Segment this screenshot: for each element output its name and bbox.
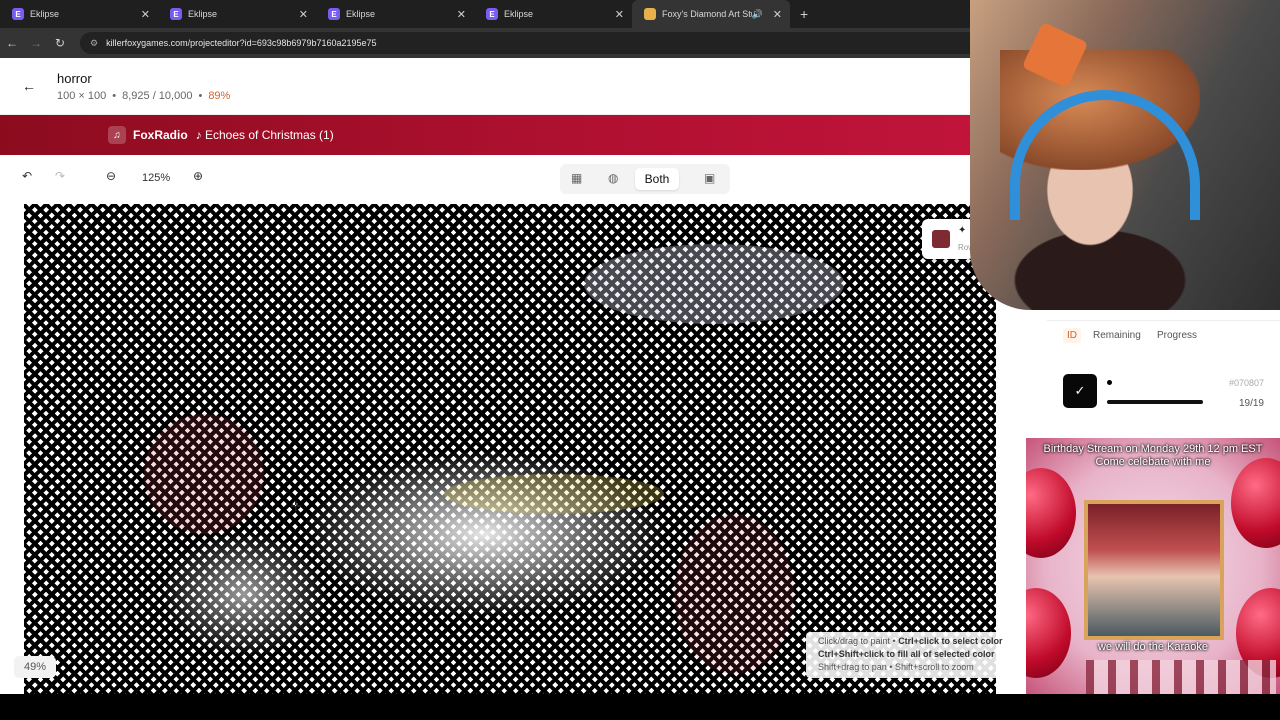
promo-line-2: Come celebate with me [1095,456,1211,468]
canvas-progress-badge: 49% [14,656,56,678]
balloon-icon [1026,588,1071,678]
close-tab-icon[interactable]: ✕ [773,8,782,21]
eklipse-favicon-icon: E [328,8,340,20]
hint-line: Click/drag to paint • Ctrl+click to sele… [818,636,1003,646]
eklipse-favicon-icon: E [12,8,24,20]
placed-count: 8,925 / 10,000 [122,90,193,102]
close-tab-icon[interactable]: ✕ [457,8,466,21]
canvas-region [584,244,844,324]
pin-icon[interactable]: ✦ [958,225,966,236]
browser-tab[interactable]: E Eklipse ✕ [474,0,632,28]
new-tab-icon[interactable]: + [800,6,808,22]
eklipse-favicon-icon: E [170,8,182,20]
check-icon: ✓ [1074,383,1086,398]
radio-name: FoxRadio [133,128,188,142]
selected-color-swatch [932,230,950,248]
project-title: horror [57,71,92,86]
close-tab-icon[interactable]: ✕ [141,8,150,21]
hint-line: Ctrl+Shift+click to fill all of selected… [818,649,995,659]
browser-tab[interactable]: E Eklipse ✕ [158,0,316,28]
eklipse-favicon-icon: E [486,8,498,20]
redo-icon[interactable]: ↷ [55,169,65,183]
promo-line-1: Birthday Stream on Monday 29th 12 pm EST [1043,443,1263,455]
canvas-region [444,474,664,514]
palette-view-icon[interactable]: ◍ [608,171,618,185]
hint-line: Shift+drag to pan • Shift+scroll to zoom [818,662,974,672]
url-field[interactable]: ⚙ killerfoxygames.com/projecteditor?id=6… [80,32,980,54]
diamond-symbol-icon [1107,380,1112,385]
fox-favicon-icon [644,8,656,20]
browser-tab[interactable]: E Eklipse ✕ [0,0,158,28]
canvas-region [674,514,794,674]
balloon-icon [1026,468,1076,558]
diamond-canvas[interactable] [24,204,996,694]
promo-photo [1084,500,1224,640]
site-info-icon[interactable]: ⚙ [90,38,98,49]
tab-title: Eklipse [30,9,60,19]
color-swatch[interactable]: ✓ [1063,374,1097,408]
tab-id[interactable]: ID [1063,328,1081,343]
forward-icon[interactable]: → [24,36,48,50]
color-count: 19/19 [1238,398,1264,409]
close-tab-icon[interactable]: ✕ [299,8,308,21]
birthday-stream-promo: Birthday Stream on Monday 29th 12 pm EST… [1026,438,1280,694]
balloon-icon [1231,458,1280,548]
canvas-help-hint: Click/drag to paint • Ctrl+click to sele… [806,632,1028,678]
browser-tab[interactable]: E Eklipse ✕ [316,0,474,28]
browser-tab-active[interactable]: Foxy's Diamond Art Studio 🔊 ✕ [632,0,790,28]
webcam-overlay [970,0,1280,310]
grid-size: 100 × 100 [57,90,107,102]
zoom-level: 125% [142,172,171,184]
back-arrow-icon[interactable]: ← [22,78,36,94]
url-text: killerfoxygames.com/projecteditor?id=693… [106,38,377,48]
canvas-region [144,414,264,534]
tab-progress[interactable]: Progress [1157,330,1197,341]
close-tab-icon[interactable]: ✕ [615,8,624,21]
tab-title: Eklipse [346,9,376,19]
crosshair-cursor-icon: ✛ [290,498,302,514]
undo-icon[interactable]: ↶ [22,169,32,183]
view-mode-group: ▦ ◍ Both ▣ [560,164,730,194]
bottom-strip [0,694,1280,720]
radio-track: ♪ Echoes of Christmas (1) [195,128,334,142]
zoom-in-icon[interactable]: ⊕ [193,169,203,183]
back-icon[interactable]: ← [0,36,24,50]
color-progress-bar [1107,400,1203,404]
promo-line-3: we will do the Karaoke [1097,641,1209,653]
project-meta: 100 × 100 • 8,925 / 10,000 • 89% [57,90,231,102]
selected-color-chip[interactable]: ✦ Row [922,219,974,259]
reload-icon[interactable]: ↻ [48,36,72,50]
zoom-out-icon[interactable]: ⊖ [106,169,116,183]
palette-sort-tabs: ID Remaining Progress [1047,320,1280,350]
speaker-icon[interactable]: 🔊 [752,9,763,20]
palette-color-row[interactable]: ✓ #070807 19/19 [1047,358,1280,418]
tab-title: Eklipse [504,9,534,19]
image-view-icon[interactable]: ▣ [704,171,715,185]
grid-view-icon[interactable]: ▦ [571,171,582,185]
tab-title: Foxy's Diamond Art Studio [662,9,752,19]
music-note-icon: ♫ [108,126,126,144]
color-id: #070807 [1228,378,1264,388]
tab-title: Eklipse [188,9,218,19]
both-view-button[interactable]: Both [635,168,679,190]
promo-decoration [1086,660,1276,694]
tab-remaining[interactable]: Remaining [1093,330,1141,341]
completion-percent: 89% [208,90,231,102]
